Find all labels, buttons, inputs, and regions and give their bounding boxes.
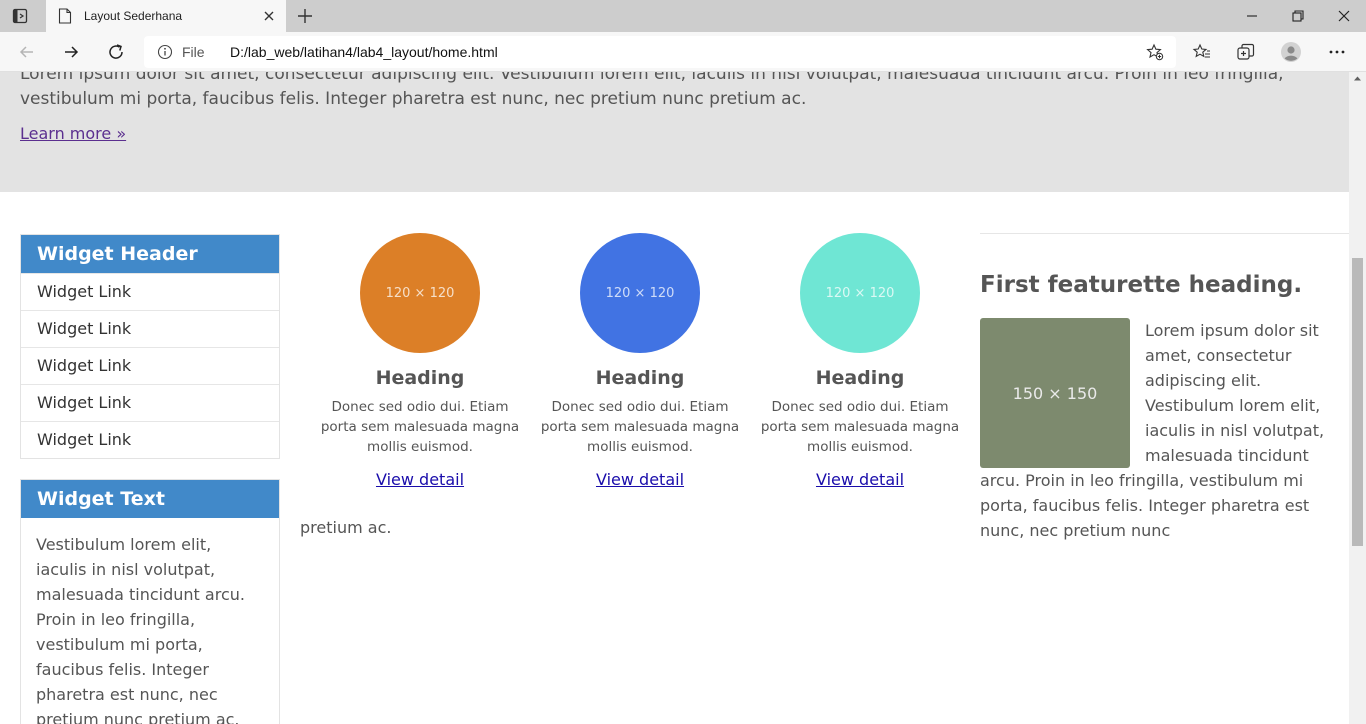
new-tab-icon[interactable] (296, 7, 314, 25)
jumbotron-text: Lorem ipsum dolor sit amet, consectetur … (20, 72, 1284, 109)
widget-text-header: Widget Text (21, 480, 279, 518)
scroll-up-arrow-icon[interactable] (1353, 74, 1362, 83)
widget-link[interactable]: Widget Link (21, 384, 279, 421)
feature-text: Donec sed odio dui. Etiam porta sem male… (760, 399, 960, 455)
feature-text: Donec sed odio dui. Etiam porta sem male… (320, 399, 520, 455)
url-scheme-label: File (182, 44, 205, 60)
widget-link[interactable]: Widget Link (21, 273, 279, 310)
page-icon (58, 8, 72, 24)
restore-icon[interactable] (1288, 6, 1308, 26)
forward-arrow-icon[interactable] (61, 42, 81, 62)
vertical-scrollbar[interactable] (1349, 72, 1366, 724)
featurette-divider (980, 233, 1349, 234)
widget-header: Widget Header (21, 235, 279, 273)
view-detail-link[interactable]: View detail (376, 470, 464, 489)
more-options-icon[interactable] (1327, 42, 1347, 62)
feature-column: 120 × 120 Heading Donec sed odio dui. Et… (540, 233, 740, 489)
feature-image: 120 × 120 (800, 233, 920, 353)
learn-more-link[interactable]: Learn more » (20, 124, 126, 143)
tab-title: Layout Sederhana (84, 9, 183, 23)
browser-tab[interactable]: Layout Sederhana (46, 0, 286, 32)
feature-image: 120 × 120 (360, 233, 480, 353)
collections-icon[interactable] (1236, 42, 1256, 62)
reload-icon[interactable] (106, 42, 126, 62)
feature-column: 120 × 120 Heading Donec sed odio dui. Et… (320, 233, 520, 489)
feature-text: Donec sed odio dui. Etiam porta sem male… (540, 399, 740, 455)
favorites-icon[interactable] (1192, 42, 1212, 62)
url-text[interactable]: D:/lab_web/latihan4/lab4_layout/home.htm… (230, 44, 498, 60)
feature-heading: Heading (595, 367, 685, 389)
jumbotron: Lorem ipsum dolor sit amet, consectetur … (0, 72, 1349, 192)
widget-text: Widget Text Vestibulum lorem elit, iacul… (20, 479, 280, 724)
featurette-heading: First featurette heading. (980, 272, 1303, 298)
minimize-icon[interactable] (1242, 6, 1262, 26)
tab-actions-icon[interactable] (12, 8, 28, 24)
add-favorite-icon[interactable] (1146, 43, 1164, 61)
widget-link[interactable]: Widget Link (21, 310, 279, 347)
back-arrow-icon[interactable] (17, 42, 37, 62)
feature-column: 120 × 120 Heading Donec sed odio dui. Et… (760, 233, 960, 489)
widget-link[interactable]: Widget Link (21, 347, 279, 384)
profile-avatar-icon[interactable] (1281, 42, 1301, 62)
info-icon[interactable] (157, 44, 173, 60)
view-detail-link[interactable]: View detail (816, 470, 904, 489)
widget-links: Widget Header Widget Link Widget Link Wi… (20, 234, 280, 459)
page-viewport: Lorem ipsum dolor sit amet, consectetur … (0, 72, 1349, 724)
view-detail-link[interactable]: View detail (596, 470, 684, 489)
address-toolbar: File D:/lab_web/latihan4/lab4_layout/hom… (0, 32, 1366, 72)
close-window-icon[interactable] (1334, 6, 1354, 26)
address-field[interactable]: File D:/lab_web/latihan4/lab4_layout/hom… (144, 36, 1176, 68)
widget-link[interactable]: Widget Link (21, 421, 279, 458)
feature-heading: Heading (815, 367, 905, 389)
widget-text-body: Vestibulum lorem elit, iaculis in nisl v… (36, 535, 245, 724)
browser-tab-strip: Layout Sederhana (0, 0, 1366, 32)
feature-image: 120 × 120 (580, 233, 700, 353)
featurette-image: 150 × 150 (980, 318, 1130, 468)
featurette-overflow-text: pretium ac. (300, 518, 392, 537)
scrollbar-thumb[interactable] (1352, 258, 1363, 546)
feature-heading: Heading (375, 367, 465, 389)
close-tab-icon[interactable] (262, 9, 276, 23)
